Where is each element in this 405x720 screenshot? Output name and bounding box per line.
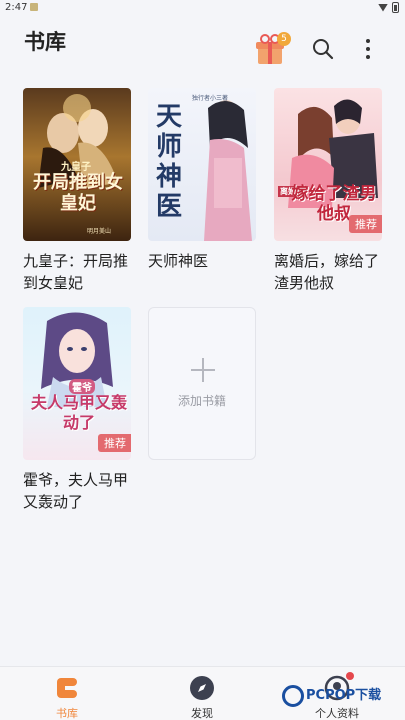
status-indicators [378,2,399,13]
cover-author: 明月美山 [87,228,112,235]
library-icon [57,678,77,698]
compass-icon [190,676,214,700]
watermark-logo-icon [282,684,304,707]
plus-icon [191,358,215,382]
book-title: 霍爷，夫人马甲又轰动了 [23,471,129,511]
book-item[interactable]: 九皇子 开局推到女皇妃 明月美山 九皇子：开局推到女皇妃 [23,88,131,294]
gift-badge: 5 [277,32,291,46]
notification-dot [346,672,354,680]
wifi-icon [378,3,388,12]
nav-item-library[interactable]: 书库 [27,675,107,720]
book-item[interactable]: 天师神医 独行者小三著 天师神医 [148,88,256,272]
watermark: PCPOP下载 [282,684,381,707]
book-cover[interactable]: 九皇子 开局推到女皇妃 明月美山 [23,88,131,241]
nav-label: 书库 [56,707,78,720]
nav-item-discover[interactable]: 发现 [162,675,242,720]
battery-icon [392,2,399,13]
cover-title: 天师神医 [156,102,183,222]
add-book-button[interactable]: 添加书籍 [148,307,256,460]
status-bar: 2:47 [0,0,405,16]
book-cover[interactable]: 天师神医 独行者小三著 [148,88,256,241]
book-cover[interactable]: 霍爷 夫人马甲又轰动了 推荐 [23,307,131,460]
notification-app-icon [30,3,38,11]
book-title: 离婚后，嫁给了渣男他叔 [274,252,380,292]
cover-subtitle: 九皇子 [61,162,91,173]
nav-label: 发现 [191,707,213,720]
status-time: 2:47 [5,2,28,13]
recommend-tag: 推荐 [98,434,131,452]
recommend-tag: 推荐 [349,215,382,233]
page-title: 书库 [24,30,66,54]
nav-label: 个人资料 [315,707,359,720]
cover-title: 夫人马甲又轰动了 [31,393,128,432]
app-header: 书库 5 [0,16,405,76]
cover-author: 独行者小三著 [192,95,229,102]
add-book-label: 添加书籍 [177,394,226,408]
book-cover[interactable]: 离婚后 嫁给了渣男他叔 推荐 [274,88,382,241]
watermark-text: PCPOP下载 [306,688,382,703]
book-item[interactable]: 霍爷 夫人马甲又轰动了 推荐 霍爷，夫人马甲又轰动了 [23,307,131,513]
book-item[interactable]: 离婚后 嫁给了渣男他叔 推荐 离婚后，嫁给了渣男他叔 [274,88,382,294]
cover-subtitle: 霍爷 [69,379,95,394]
search-icon[interactable] [312,38,334,60]
book-title: 九皇子：开局推到女皇妃 [23,252,129,292]
more-menu-icon[interactable] [360,38,376,60]
book-title: 天师神医 [148,252,209,270]
cover-title: 开局推到女皇妃 [33,172,123,214]
